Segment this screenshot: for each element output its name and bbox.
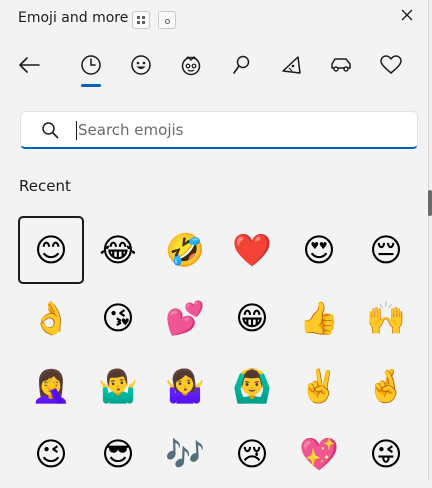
emoji-glyph: 😢 xyxy=(235,435,269,473)
emoji-panel: Emoji and more Search emojis Recent 😊 😂 … xyxy=(0,0,429,480)
emoji-cell[interactable]: ❤️ xyxy=(219,216,285,284)
emoji-glyph: 💖 xyxy=(299,435,339,473)
emoji-glyph: ✌️ xyxy=(299,367,339,405)
emoji-cell[interactable]: 😂 xyxy=(85,216,151,284)
text-caret xyxy=(76,121,77,140)
emoji-cell[interactable]: 🤷‍♀️ xyxy=(152,352,218,420)
emoji-glyph: ❤️ xyxy=(232,231,272,269)
emoji-glyph: 😜 xyxy=(369,435,403,473)
emoji-cell[interactable]: 😔 xyxy=(353,216,419,284)
emoji-cell[interactable]: 😁 xyxy=(219,284,285,352)
emoji-glyph: 🙌 xyxy=(366,299,406,337)
emoji-glyph: 😎 xyxy=(101,435,135,473)
search-icon xyxy=(41,121,59,143)
emoji-glyph: 💕 xyxy=(165,299,205,337)
emoji-cell[interactable]: 😍 xyxy=(286,216,352,284)
emoji-glyph: 🤷‍♂️ xyxy=(98,367,138,405)
emoji-glyph: 👍 xyxy=(299,299,339,337)
search-input[interactable] xyxy=(78,118,398,142)
emoji-cell[interactable]: 😎 xyxy=(85,420,151,488)
selected-tab-indicator xyxy=(81,84,101,87)
emoji-glyph: 🤞 xyxy=(366,367,406,405)
search-box[interactable] xyxy=(20,111,418,149)
emoji-cell[interactable]: 👍 xyxy=(286,284,352,352)
emoji-cell[interactable]: 😊 xyxy=(18,216,84,284)
emoji-glyph: 😘 xyxy=(101,299,135,337)
emoji-glyph: 🤦‍♀️ xyxy=(31,367,71,405)
emoji-glyph: 😔 xyxy=(369,231,403,269)
grid-mode-icon[interactable] xyxy=(132,11,150,29)
emoji-cell[interactable]: 😘 xyxy=(85,284,151,352)
emoji-cell[interactable]: 💕 xyxy=(152,284,218,352)
back-arrow-icon[interactable] xyxy=(14,48,44,82)
scrollbar-thumb[interactable] xyxy=(428,190,432,216)
title-bar: Emoji and more xyxy=(0,0,428,38)
emoji-cell[interactable]: 🙆‍♂️ xyxy=(219,352,285,420)
gif-icon[interactable] xyxy=(276,48,306,82)
emoji-glyph: 😍 xyxy=(302,231,336,269)
emoji-cell[interactable]: 😢 xyxy=(219,420,285,488)
emoji-cell[interactable]: 😉 xyxy=(18,420,84,488)
emoji-glyph: 👌 xyxy=(31,299,71,337)
emoji-cell[interactable]: 🤞 xyxy=(353,352,419,420)
car-icon[interactable] xyxy=(326,48,356,82)
emoji-glyph: 🤣 xyxy=(165,231,205,269)
emoji-glyph: 😊 xyxy=(34,231,68,269)
emoji-cell[interactable]: 🤷‍♂️ xyxy=(85,352,151,420)
category-tabs xyxy=(0,48,428,92)
emoji-cell[interactable]: 👌 xyxy=(18,284,84,352)
emoji-glyph: 😂 xyxy=(99,231,137,269)
compact-mode-icon[interactable] xyxy=(158,11,176,29)
emoji-cell[interactable]: ✌️ xyxy=(286,352,352,420)
smiley-icon[interactable] xyxy=(126,48,156,82)
panel-title: Emoji and more xyxy=(18,10,129,26)
emoji-cell[interactable]: 🙌 xyxy=(353,284,419,352)
heart-icon[interactable] xyxy=(376,48,406,82)
emoji-glyph: 😁 xyxy=(235,299,269,337)
clock-icon[interactable] xyxy=(76,48,106,82)
kaomoji-icon[interactable] xyxy=(176,48,206,82)
emoji-glyph: 🤷‍♀️ xyxy=(165,367,205,405)
close-icon[interactable] xyxy=(396,4,418,26)
emoji-cell[interactable]: 😜 xyxy=(353,420,419,488)
symbol-icon[interactable] xyxy=(226,48,256,82)
emoji-glyph: 🎶 xyxy=(165,435,205,473)
emoji-cell[interactable]: 🤣 xyxy=(152,216,218,284)
emoji-cell[interactable]: 💖 xyxy=(286,420,352,488)
emoji-cell[interactable]: 🎶 xyxy=(152,420,218,488)
emoji-glyph: 🙆‍♂️ xyxy=(232,367,272,405)
emoji-cell[interactable]: 🤦‍♀️ xyxy=(18,352,84,420)
emoji-glyph: 😉 xyxy=(34,435,68,473)
section-label-recent: Recent xyxy=(19,177,71,195)
